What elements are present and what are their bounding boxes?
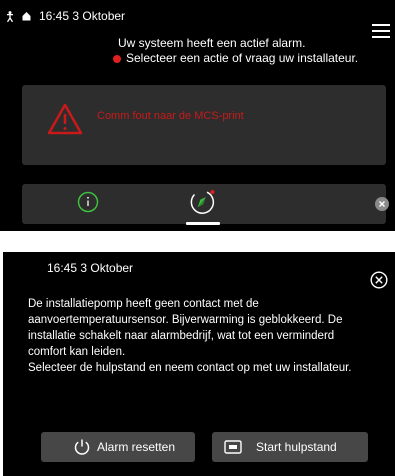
status-time-date: 16:45 3 Oktober bbox=[39, 9, 126, 23]
person-icon bbox=[6, 10, 14, 22]
alarm-dot-icon bbox=[113, 54, 121, 63]
tab-bar bbox=[22, 184, 386, 225]
start-aid-mode-label: Start hulpstand bbox=[256, 440, 337, 454]
menu-icon bbox=[372, 24, 390, 26]
alarm-card-text: Comm fout naar de MCS-print bbox=[97, 110, 244, 122]
warning-icon bbox=[47, 103, 83, 135]
alarm-description: De installatiepomp heeft geen contact me… bbox=[28, 298, 352, 374]
close-icon[interactable] bbox=[375, 197, 389, 211]
selected-tab-indicator bbox=[186, 222, 220, 225]
alarm-message: Uw systeem heeft een actief alarm. Selec… bbox=[100, 36, 380, 66]
info-icon[interactable] bbox=[77, 191, 99, 213]
close-button[interactable] bbox=[370, 271, 388, 289]
status-bar: 16:45 3 Oktober bbox=[6, 9, 125, 23]
power-icon bbox=[74, 439, 90, 455]
start-aid-mode-button[interactable]: Start hulpstand bbox=[212, 432, 368, 462]
alarm-overview-screen: 16:45 3 Oktober Uw systeem heeft een act… bbox=[0, 0, 395, 231]
alarm-detail-screen: 16:45 3 Oktober De installatiepomp heeft… bbox=[3, 252, 395, 476]
home-icon bbox=[22, 12, 31, 21]
aid-mode-icon bbox=[224, 440, 242, 454]
detail-time-date: 16:45 3 Oktober bbox=[47, 261, 134, 275]
alarm-message-line2: Selecteer een actie of vraag uw installa… bbox=[126, 51, 359, 65]
alarm-card[interactable]: Comm fout naar de MCS-print bbox=[22, 85, 386, 165]
alarm-reset-label: Alarm resetten bbox=[97, 440, 176, 454]
alarm-reset-button[interactable]: Alarm resetten bbox=[41, 432, 195, 462]
alarm-message-line1: Uw systeem heeft een actief alarm. bbox=[118, 36, 306, 50]
compass-icon[interactable] bbox=[188, 189, 218, 217]
